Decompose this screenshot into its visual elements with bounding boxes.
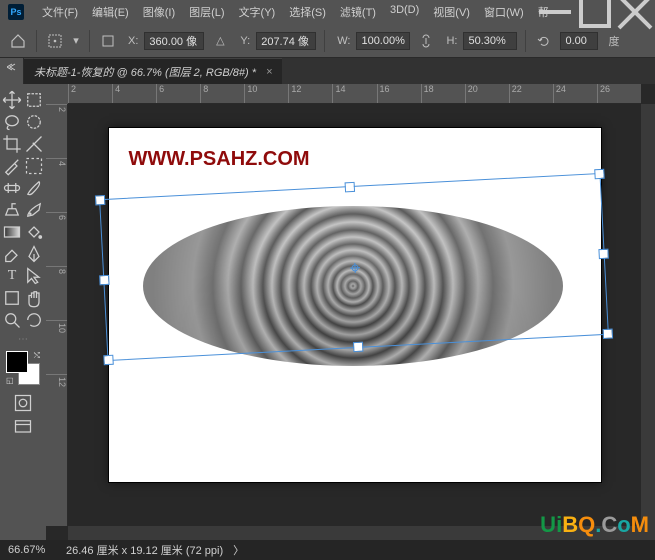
status-arrow-icon[interactable]: 〉 bbox=[233, 542, 244, 558]
menu-layer[interactable]: 图层(L) bbox=[183, 2, 230, 22]
quick-mask-icon[interactable] bbox=[13, 393, 33, 413]
menu-edit[interactable]: 编辑(E) bbox=[86, 2, 135, 22]
y-input[interactable] bbox=[256, 32, 316, 50]
watermark-text: WWW.PSAHZ.COM bbox=[129, 148, 310, 171]
main-menu: 文件(F) 编辑(E) 图像(I) 图层(L) 文字(Y) 选择(S) 滤镜(T… bbox=[36, 2, 555, 22]
menu-window[interactable]: 窗口(W) bbox=[478, 2, 530, 22]
lasso-tool-icon[interactable] bbox=[2, 112, 22, 132]
separator bbox=[324, 30, 325, 52]
color-swatches[interactable]: ⤭ ◱ bbox=[6, 351, 40, 385]
window-controls bbox=[535, 0, 655, 24]
w-label: W: bbox=[337, 35, 350, 47]
default-colors-icon[interactable]: ◱ bbox=[6, 376, 14, 385]
tab-close-icon[interactable]: × bbox=[266, 66, 272, 78]
h-label: H: bbox=[446, 35, 457, 47]
transform-handle[interactable] bbox=[95, 196, 103, 204]
move-tool-icon[interactable] bbox=[2, 90, 22, 110]
paint-bucket-tool-icon[interactable] bbox=[24, 222, 44, 242]
artboard-tool-icon[interactable] bbox=[24, 90, 44, 110]
app-logo: Ps bbox=[8, 4, 24, 20]
zoom-tool-icon[interactable] bbox=[2, 310, 22, 330]
canvas-viewport[interactable]: WWW.PSAHZ.COM bbox=[68, 104, 641, 526]
menu-file[interactable]: 文件(F) bbox=[36, 2, 84, 22]
menu-type[interactable]: 文字(Y) bbox=[233, 2, 282, 22]
site-logo: UiBQ.CoM bbox=[540, 512, 649, 538]
canvas-shell: 2468101214161820222426 24681012 WWW.PSAH… bbox=[46, 84, 655, 540]
degree-label: 度 bbox=[608, 33, 619, 49]
transform-handle[interactable] bbox=[595, 170, 603, 178]
foreground-color[interactable] bbox=[6, 351, 28, 373]
separator bbox=[36, 30, 37, 52]
rotate-icon[interactable] bbox=[534, 31, 554, 51]
tool-options-icon[interactable]: ⋯ bbox=[18, 334, 28, 345]
separator bbox=[525, 30, 526, 52]
screen-mode-icon[interactable] bbox=[13, 417, 33, 437]
x-input[interactable] bbox=[144, 32, 204, 50]
title-bar: Ps 文件(F) 编辑(E) 图像(I) 图层(L) 文字(Y) 选择(S) 滤… bbox=[0, 0, 655, 24]
document-tab-row: 未标题-1-恢复的 @ 66.7% (图层 2, RGB/8#) * × bbox=[0, 58, 655, 84]
menu-select[interactable]: 选择(S) bbox=[283, 2, 332, 22]
type-tool-icon[interactable]: T bbox=[2, 266, 22, 286]
status-bar: 26.46 厘米 x 19.12 厘米 (72 ppi) 〉 bbox=[0, 540, 655, 560]
brush-tool-icon[interactable] bbox=[24, 178, 44, 198]
pen-tool-icon[interactable] bbox=[24, 244, 44, 264]
home-icon[interactable] bbox=[8, 31, 28, 51]
quick-select-tool-icon[interactable] bbox=[24, 112, 44, 132]
menu-filter[interactable]: 滤镜(T) bbox=[334, 2, 382, 22]
shape-tool-icon[interactable] bbox=[2, 288, 22, 308]
transform-handle[interactable] bbox=[345, 183, 353, 191]
gradient-tool-icon[interactable] bbox=[2, 222, 22, 242]
zoom-level-input[interactable] bbox=[8, 544, 56, 556]
path-select-tool-icon[interactable] bbox=[24, 266, 44, 286]
maximize-button[interactable] bbox=[575, 0, 615, 24]
y-label: Y: bbox=[240, 35, 250, 47]
clone-stamp-tool-icon[interactable] bbox=[2, 200, 22, 220]
main-area: T ⋯ ⤭ ◱ 2468101214161820222426 24681012 bbox=[0, 84, 655, 540]
menu-view[interactable]: 视图(V) bbox=[427, 2, 476, 22]
separator bbox=[89, 30, 90, 52]
tools-panel: T ⋯ ⤭ ◱ bbox=[0, 84, 46, 540]
menu-image[interactable]: 图像(I) bbox=[137, 2, 181, 22]
vertical-scrollbar[interactable] bbox=[641, 104, 655, 526]
transform-handle[interactable] bbox=[100, 276, 108, 284]
vertical-ruler[interactable]: 24681012 bbox=[46, 104, 68, 526]
document-canvas[interactable]: WWW.PSAHZ.COM bbox=[109, 128, 601, 482]
menu-3d[interactable]: 3D(D) bbox=[384, 2, 425, 22]
swap-colors-icon[interactable]: ⤭ bbox=[34, 351, 40, 361]
transform-reference-icon[interactable] bbox=[45, 31, 65, 51]
document-tab[interactable]: 未标题-1-恢复的 @ 66.7% (图层 2, RGB/8#) * × bbox=[24, 58, 282, 84]
healing-brush-tool-icon[interactable] bbox=[2, 178, 22, 198]
ripple-layer[interactable] bbox=[143, 206, 563, 366]
swap-xy-icon[interactable]: △ bbox=[210, 31, 230, 51]
document-tab-title: 未标题-1-恢复的 @ 66.7% (图层 2, RGB/8#) * bbox=[34, 64, 256, 80]
rotation-input[interactable] bbox=[560, 32, 598, 50]
h-input[interactable] bbox=[463, 32, 517, 50]
ruler-tick: 2 bbox=[68, 84, 112, 103]
rotate-view-tool-icon[interactable] bbox=[24, 310, 44, 330]
slice-tool-icon[interactable] bbox=[24, 134, 44, 154]
close-button[interactable] bbox=[615, 0, 655, 24]
eyedropper-tool-icon[interactable] bbox=[2, 156, 22, 176]
hand-tool-icon[interactable] bbox=[24, 288, 44, 308]
panel-collapse-icon[interactable] bbox=[0, 58, 24, 84]
minimize-button[interactable] bbox=[535, 0, 575, 24]
history-brush-tool-icon[interactable] bbox=[24, 200, 44, 220]
marquee-tool-icon[interactable] bbox=[24, 156, 44, 176]
w-input[interactable] bbox=[356, 32, 410, 50]
transform-handle[interactable] bbox=[603, 330, 611, 338]
transform-handle[interactable] bbox=[104, 356, 112, 364]
reference-point-icon[interactable] bbox=[98, 31, 118, 51]
transform-handle[interactable] bbox=[599, 250, 607, 258]
horizontal-ruler[interactable]: 2468101214161820222426 bbox=[68, 84, 641, 104]
ruler-corner bbox=[46, 84, 68, 104]
crop-tool-icon[interactable] bbox=[2, 134, 22, 154]
chevron-down-icon[interactable]: ▾ bbox=[71, 31, 81, 51]
document-info-text: 26.46 厘米 x 19.12 厘米 (72 ppi) bbox=[66, 542, 223, 558]
x-label: X: bbox=[128, 35, 138, 47]
eraser-tool-icon[interactable] bbox=[2, 244, 22, 264]
link-icon[interactable] bbox=[416, 31, 436, 51]
